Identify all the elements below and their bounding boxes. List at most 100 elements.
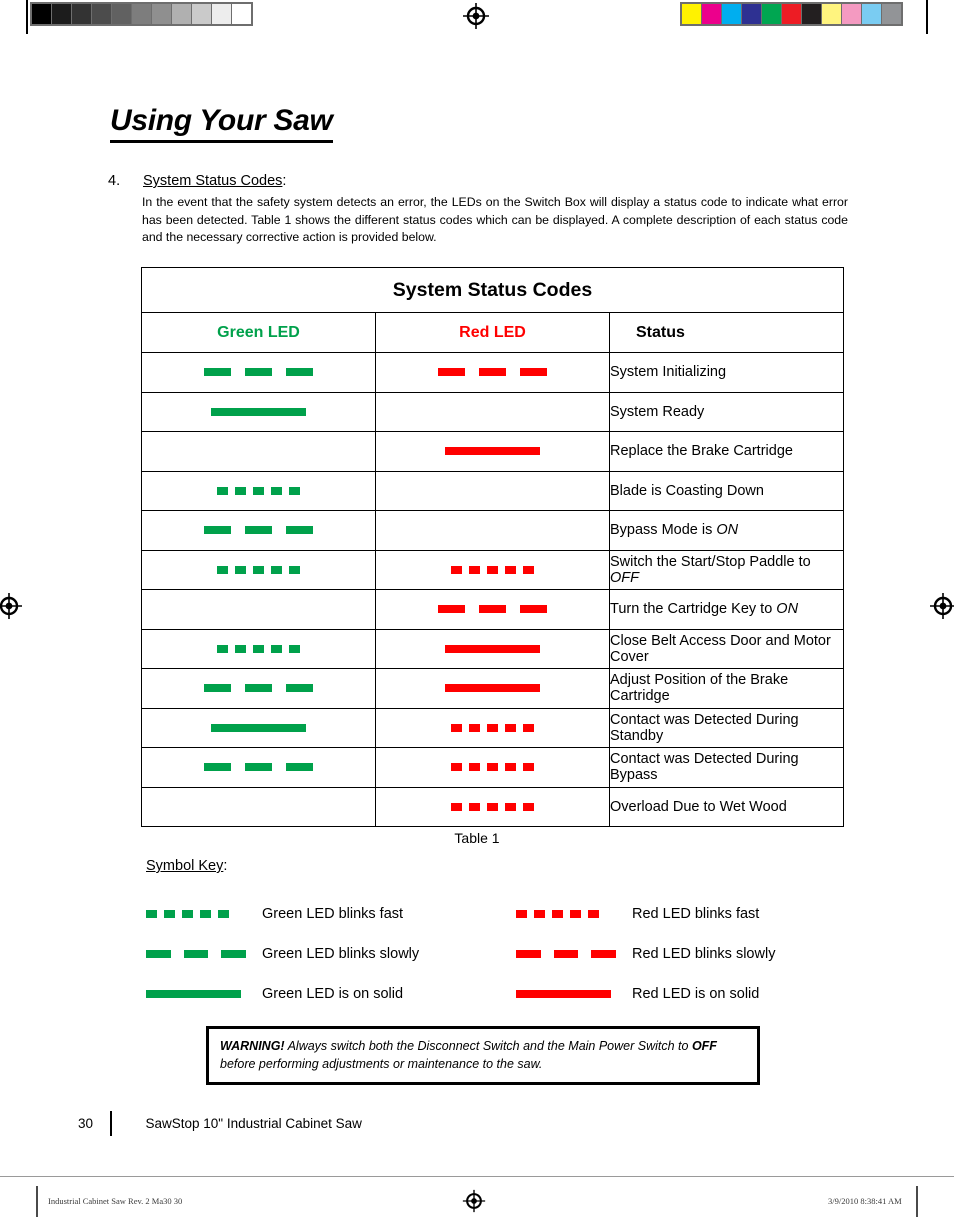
led-segment xyxy=(245,763,272,772)
led-segment xyxy=(553,950,579,958)
warning-lead: WARNING! xyxy=(220,1039,285,1053)
led-segment xyxy=(289,565,300,574)
led-indicator-fast xyxy=(376,788,609,827)
led-segment xyxy=(516,990,611,998)
led-segment xyxy=(235,644,246,653)
led-segment xyxy=(235,565,246,574)
cell-green-led xyxy=(141,431,376,472)
led-segment xyxy=(523,763,534,772)
cell-status: Replace the Brake Cartridge xyxy=(609,431,844,472)
led-segment xyxy=(570,910,581,918)
key-led-fast xyxy=(146,910,246,918)
led-segment xyxy=(591,950,617,958)
table-row: Overload Due to Wet Wood xyxy=(141,786,844,827)
column-header-status: Status xyxy=(609,312,844,353)
led-segment xyxy=(445,447,540,456)
led-segment xyxy=(520,368,547,377)
led-segment xyxy=(523,802,534,811)
cell-green-led xyxy=(141,470,376,511)
cell-red-led xyxy=(375,707,610,748)
led-segment xyxy=(204,684,231,693)
symbol-key-title: Symbol Key: xyxy=(146,858,227,874)
led-segment xyxy=(469,723,480,732)
symbol-key-legend: Green LED blinks fast Red LED blinks fast… xyxy=(146,894,846,1014)
symbol-key-entry: Red LED blinks slowly xyxy=(516,946,775,962)
led-segment xyxy=(183,950,209,958)
led-segment xyxy=(182,910,193,918)
led-segment xyxy=(211,407,306,416)
led-segment xyxy=(451,565,462,574)
key-led-fast xyxy=(516,910,616,918)
led-segment xyxy=(146,950,171,958)
led-segment xyxy=(438,605,465,614)
symbol-key-label: Red LED blinks slowly xyxy=(632,946,776,962)
cell-green-led xyxy=(141,352,376,393)
cell-status: Switch the Start/Stop Paddle to OFF xyxy=(609,549,844,590)
cell-red-led xyxy=(375,628,610,669)
cell-red-led xyxy=(375,668,610,709)
cell-status: Blade is Coasting Down xyxy=(609,470,844,511)
table-row: Bypass Mode is ON xyxy=(141,510,844,551)
cell-green-led xyxy=(141,747,376,788)
led-indicator-fast xyxy=(142,630,375,669)
cell-green-led xyxy=(141,707,376,748)
led-segment xyxy=(217,565,228,574)
table-header-row: Green LED Red LED Status xyxy=(141,312,844,353)
led-segment xyxy=(253,565,264,574)
led-indicator-solid xyxy=(376,669,609,708)
symbol-key-entry: Green LED blinks fast xyxy=(146,906,516,922)
symbol-key-label: Red LED is on solid xyxy=(632,986,760,1002)
led-segment xyxy=(505,802,516,811)
symbol-key-entry: Green LED blinks slowly xyxy=(146,946,516,962)
bottom-crop-rule-left xyxy=(36,1186,38,1217)
led-segment xyxy=(286,763,313,772)
led-segment xyxy=(445,684,540,693)
warning-text-1: Always switch both the Disconnect Switch… xyxy=(284,1039,692,1053)
table-row: Blade is Coasting Down xyxy=(141,470,844,511)
led-segment xyxy=(552,910,563,918)
table-row: Replace the Brake Cartridge xyxy=(141,431,844,472)
cell-red-led xyxy=(375,549,610,590)
led-segment xyxy=(505,565,516,574)
led-segment xyxy=(146,910,157,918)
cell-status: System Ready xyxy=(609,391,844,432)
led-indicator-slow xyxy=(142,511,375,550)
led-segment xyxy=(469,802,480,811)
key-led-solid xyxy=(146,990,246,998)
led-indicator-slow xyxy=(142,353,375,392)
led-segment xyxy=(469,565,480,574)
led-segment xyxy=(245,368,272,377)
symbol-key-title-text: Symbol Key xyxy=(146,858,224,874)
led-segment xyxy=(217,486,228,495)
footer-divider xyxy=(110,1111,112,1136)
cell-status: Adjust Position of the Brake Cartridge xyxy=(609,668,844,709)
symbol-key-entry: Red LED is on solid xyxy=(516,986,759,1002)
table-caption: Table 1 xyxy=(454,830,500,846)
warning-emphasis: OFF xyxy=(691,1039,717,1053)
led-segment xyxy=(204,763,231,772)
led-indicator-fast xyxy=(376,748,609,787)
cell-green-led xyxy=(141,668,376,709)
led-segment xyxy=(271,644,282,653)
led-segment xyxy=(235,486,246,495)
table-row: Contact was Detected During Standby xyxy=(141,707,844,748)
cell-green-led xyxy=(141,391,376,432)
print-footer-right: 3/9/2010 8:38:41 AM xyxy=(828,1196,902,1206)
cell-green-led xyxy=(141,510,376,551)
led-segment xyxy=(451,763,462,772)
page-footer: 30 SawStop 10" Industrial Cabinet Saw xyxy=(78,1111,362,1136)
led-segment xyxy=(221,950,247,958)
table-row: Adjust Position of the Brake Cartridge xyxy=(141,668,844,709)
symbol-key-entry: Green LED is on solid xyxy=(146,986,516,1002)
led-segment xyxy=(217,644,228,653)
cell-green-led xyxy=(141,549,376,590)
led-segment xyxy=(588,910,599,918)
led-segment xyxy=(271,486,282,495)
symbol-key-label: Green LED blinks slowly xyxy=(262,946,420,962)
column-header-green-led: Green LED xyxy=(141,312,376,353)
led-segment xyxy=(534,910,545,918)
symbol-key-row: Green LED blinks fast Red LED blinks fast xyxy=(146,894,846,934)
cell-status: Turn the Cartridge Key to ON xyxy=(609,589,844,630)
list-item-number: 4. xyxy=(108,173,121,189)
led-indicator-fast xyxy=(142,472,375,511)
